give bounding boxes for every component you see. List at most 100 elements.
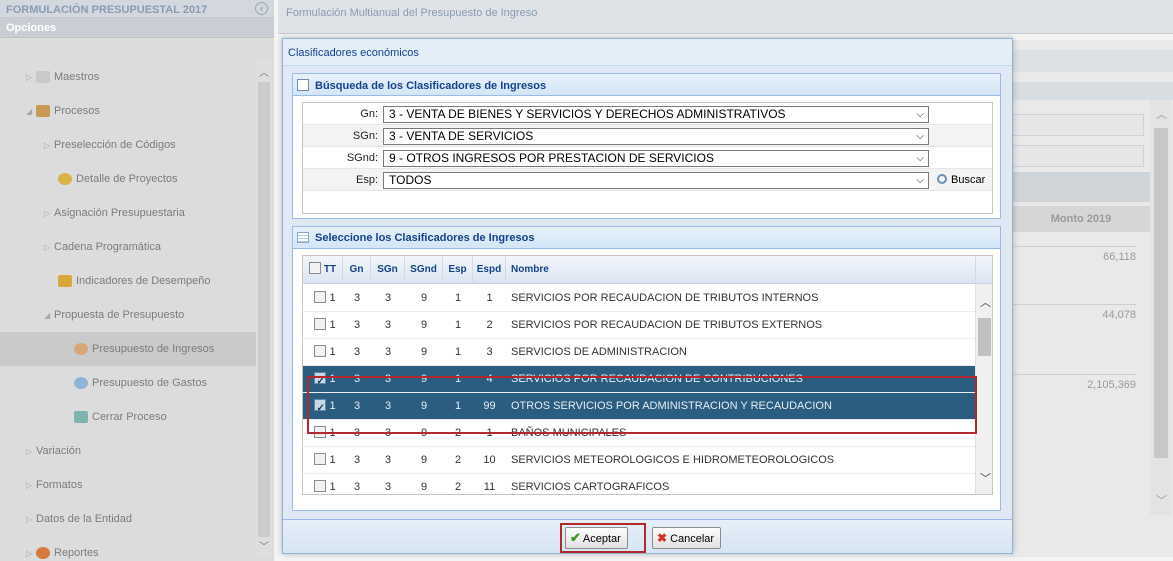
table-row[interactable]: 1 3 3 9 2 10 SERVICIOS METEOROLOGICOS E HIDROM… [303,447,975,474]
row-checkbox[interactable] [314,291,327,303]
grid-icon [297,232,309,243]
grid-scroll-thumb[interactable] [978,318,991,356]
sidebar-item-cadena[interactable]: ▷ Cadena Programática [0,230,256,264]
row-checkbox[interactable] [314,453,327,465]
column-header-esp[interactable]: Esp [443,256,473,284]
accept-button[interactable]: ✔ Aceptar [565,527,628,549]
cell-value: 1 [329,346,336,358]
sgnd-select[interactable]: 9 - OTROS INGRESOS POR PRESTACION DE SER… [383,150,929,167]
gn-select[interactable]: 3 - VENTA DE BIENES Y SERVICIOS Y DERECH… [383,106,929,123]
row-checkbox[interactable] [314,395,327,422]
cell-tt: 1 [307,474,343,494]
sidebar-item-presupuesto-gastos[interactable]: Presupuesto de Gastos [0,366,256,400]
expand-arrow-icon[interactable]: ▷ [44,231,54,265]
row-checkbox[interactable] [314,426,327,438]
row-checkbox[interactable] [314,480,327,492]
search-button[interactable]: Buscar [937,172,985,189]
row-checkbox[interactable] [314,318,327,330]
cell-esp: 1 [454,373,462,385]
column-header-sgn[interactable]: SGn [371,256,405,284]
cell-espd: 2 [486,319,493,331]
close-process-icon [74,411,88,424]
sidebar-scrollbar[interactable]: ︿ ﹀ [256,60,272,557]
column-header-sgnd[interactable]: SGnd [405,256,443,284]
expand-arrow-icon[interactable]: ▷ [26,537,36,561]
search-fieldset-header: Búsqueda de los Clasificadores de Ingres… [293,74,1000,96]
cell-nombre: SERVICIOS DE ADMINISTRACION [511,346,687,358]
collapse-arrow-icon[interactable]: ◢ [26,95,36,129]
background-band [1010,50,1173,72]
cell-nombre: SERVICIOS POR RECAUDACION DE TRIBUTOS IN… [511,292,819,304]
expand-arrow-icon[interactable]: ▷ [44,197,54,231]
sidebar-item-indicadores[interactable]: Indicadores de Desempeño [0,264,256,298]
sidebar-item-cerrar-proceso[interactable]: Cerrar Proceso [0,400,256,434]
cell-value: 1 [329,481,336,493]
chevron-up-icon[interactable]: ︿ [259,64,269,79]
collapse-checkbox[interactable] [297,79,309,91]
accept-button-label: Aceptar [582,533,621,545]
sgn-select[interactable]: 3 - VENTA DE SERVICIOS ⌵ [383,128,929,145]
sidebar-scroll-thumb[interactable] [258,82,270,537]
expand-arrow-icon[interactable]: ▷ [26,469,36,503]
expand-arrow-icon[interactable]: ▷ [26,435,36,469]
chevron-up-icon[interactable]: ︿ [1156,106,1167,122]
sidebar-item-reportes[interactable]: ▷ Reportes [0,536,256,561]
sidebar-item-presupuesto-ingresos[interactable]: Presupuesto de Ingresos [0,332,256,366]
sgn-label: SGn: [352,130,378,142]
sidebar-item-label: Variación [36,445,82,457]
cell-espd: 3 [486,346,493,358]
collapse-arrow-icon[interactable]: ◢ [44,299,54,333]
column-header-tt[interactable]: TT [303,256,343,284]
table-row[interactable]: 1 3 3 9 1 4 SERVICIOS POR RECAUDACION DE CONTR… [303,366,975,395]
collapse-icon[interactable]: ‹ [255,2,268,15]
expand-arrow-icon[interactable]: ▷ [26,503,36,537]
close-icon: ✖ [657,531,668,545]
chevron-up-icon[interactable]: ︿ [980,294,991,310]
column-header-nombre[interactable]: Nombre [506,256,976,284]
sidebar-item-maestros[interactable]: ▷ Maestros [0,60,256,94]
sgnd-row: SGnd: 9 - OTROS INGRESOS POR PRESTACION … [303,147,992,169]
table-row[interactable]: 1 3 3 9 1 2 SERVICIOS POR RECAUDACION DE TRIBU… [303,312,975,339]
sidebar-item-asignacion[interactable]: ▷ Asignación Presupuestaria [0,196,256,230]
row-checkbox[interactable] [314,345,327,357]
chevron-down-icon[interactable]: ﹀ [980,470,991,486]
sidebar-item-detalle-proyectos[interactable]: Detalle de Proyectos [0,162,256,196]
monto-value: 44,078 [1014,304,1136,321]
classifiers-section-title: Seleccione los Clasificadores de Ingreso… [315,232,535,244]
sidebar-item-formatos[interactable]: ▷ Formatos [0,468,256,502]
table-row[interactable]: 1 3 3 9 1 3 SERVICIOS DE ADMINISTRACION [303,339,975,366]
sidebar-item-preseleccion[interactable]: ▷ Preselección de Códigos [0,128,256,162]
cell-sgn: 3 [384,481,392,493]
chevron-down-icon[interactable]: ﹀ [259,538,269,553]
expand-arrow-icon[interactable]: ▷ [44,129,54,163]
cancel-button[interactable]: ✖ Cancelar [652,527,722,549]
sidebar-item-label: Asignación Presupuestaria [54,207,185,219]
esp-select[interactable]: TODOS ⌵ [383,172,929,189]
sidebar-item-procesos[interactable]: ◢ Procesos [0,94,256,128]
monto-column-header: Monto 2019 [1012,206,1150,232]
cell-gn: 3 [353,454,361,466]
background-scrollbar[interactable]: ︿ ﹀ [1150,100,1172,515]
grid-scrollbar[interactable]: ︿ ﹀ [975,284,992,494]
sidebar-item-variacion[interactable]: ▷ Variación [0,434,256,468]
sidebar-item-datos-entidad[interactable]: ▷ Datos de la Entidad [0,502,256,536]
table-row[interactable]: 1 3 3 9 2 11 SERVICIOS CARTOGRAFICOS [303,474,975,494]
table-row[interactable]: 1 3 3 9 1 99 OTROS SERVICIOS POR ADMINISTRACIO… [303,393,975,422]
chevron-down-icon[interactable]: ﹀ [1156,492,1167,508]
select-all-checkbox[interactable] [308,262,321,274]
esp-label: Esp: [355,174,378,186]
sidebar-item-label: Procesos [54,105,100,117]
column-header-gn[interactable]: Gn [343,256,371,284]
background-scroll-thumb[interactable] [1154,128,1168,458]
column-header-espd[interactable]: Espd [473,256,506,284]
expand-arrow-icon[interactable]: ▷ [26,61,36,95]
cell-sgn: 3 [384,427,392,439]
left-panel-header: FORMULACIÓN PRESUPUESTAL 2017 ‹ [0,0,274,18]
table-row[interactable]: 1 3 3 9 2 1 BAÑOS MUNICIPALES [303,420,975,447]
cell-sgnd: 9 [420,427,428,439]
sidebar-item-propuesta[interactable]: ◢ Propuesta de Presupuesto [0,298,256,332]
chevron-down-icon: ⌵ [916,153,924,164]
table-row[interactable]: 1 3 3 9 1 1 SERVICIOS POR RECAUDACION DE TRIBU… [303,285,975,312]
classifiers-fieldset-header: Seleccione los Clasificadores de Ingreso… [293,227,1000,249]
row-checkbox[interactable] [314,368,327,395]
